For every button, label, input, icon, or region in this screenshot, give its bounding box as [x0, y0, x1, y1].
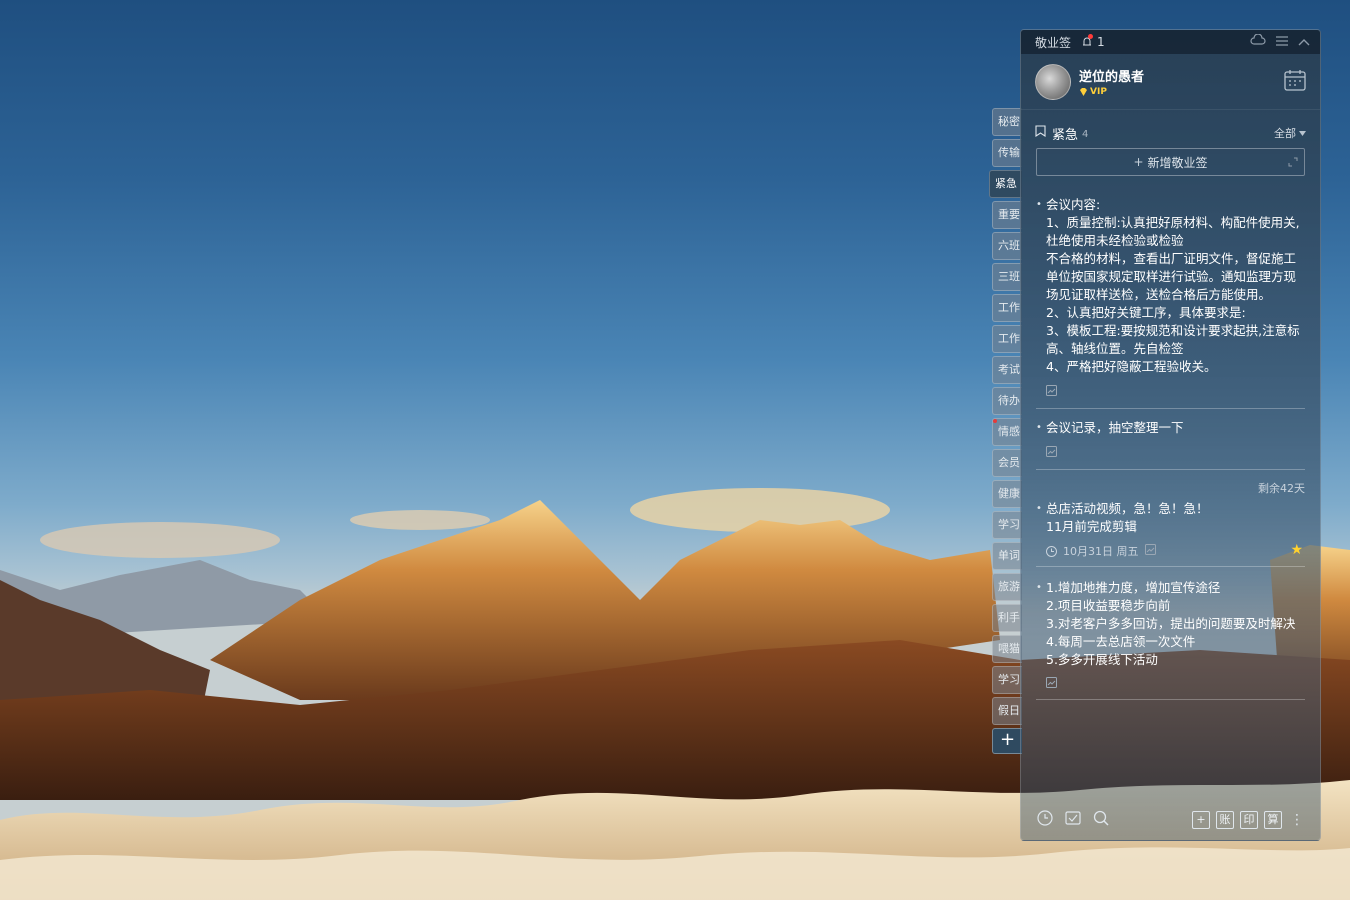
attachment-icon[interactable]	[1046, 446, 1057, 460]
category-tab[interactable]: 会员	[992, 449, 1022, 477]
category-tab[interactable]: 情感	[992, 418, 1022, 446]
attachment-icon[interactable]	[1046, 385, 1057, 399]
category-tab[interactable]: 秘密	[992, 108, 1022, 136]
attachment-icon[interactable]	[1144, 544, 1156, 558]
category-tab-label: 六班	[998, 239, 1020, 252]
title-bar[interactable]: 敬业签 1	[1021, 30, 1320, 54]
caret-down-icon	[1299, 130, 1306, 136]
remaining-days: 剩余42天	[1258, 482, 1305, 495]
notification-dot	[1088, 34, 1094, 39]
vip-label: VIP	[1090, 87, 1107, 97]
bookmark-icon	[1035, 125, 1046, 141]
plus-icon: +	[1133, 155, 1144, 169]
notification-count: 1	[1097, 35, 1105, 49]
chevron-up-icon[interactable]	[1298, 35, 1310, 50]
clock-icon[interactable]	[1037, 810, 1053, 830]
list-name: 紧急	[1052, 127, 1079, 143]
calendar-icon[interactable]	[1284, 69, 1306, 95]
category-tab-label: 秘密	[998, 115, 1020, 128]
category-tab-label: 考试	[998, 363, 1020, 376]
category-tab[interactable]: 单词	[992, 542, 1022, 570]
category-tab[interactable]: 健康	[992, 480, 1022, 508]
unread-dot	[993, 419, 997, 423]
category-tab[interactable]: 旅游	[992, 573, 1022, 601]
add-note-label: 新增敬业签	[1147, 155, 1208, 170]
sticky-note-panel: 敬业签 1 逆位的愚者 VIP 紧急 4 全部 + 新增敬业签 • 会议内容: …	[1020, 29, 1321, 841]
note-item[interactable]: 1.增加地推力度，增加宣传途径 2.项目收益要稳步向前 3.对老客户多多回访，提…	[1036, 579, 1305, 700]
category-tab-label: 喂猫	[998, 642, 1020, 655]
avatar[interactable]	[1035, 63, 1071, 100]
calculator-button[interactable]: 算	[1264, 811, 1282, 829]
user-profile: 逆位的愚者 VIP	[1021, 54, 1320, 110]
list-header: 紧急 4 全部	[1021, 110, 1320, 146]
add-note-button[interactable]: + 新增敬业签	[1036, 148, 1305, 176]
attachment-icon[interactable]	[1046, 677, 1057, 691]
category-tab-label: 单词	[998, 549, 1020, 562]
category-tab-label: 会员	[998, 456, 1020, 469]
category-tab-label: 旅游	[998, 580, 1020, 593]
note-text: 会议内容: 1、质量控制:认真把好原材料、构配件使用关,杜绝使用未经检验或检验 …	[1036, 196, 1305, 376]
category-tab-label: 重要	[998, 208, 1020, 221]
more-options-icon[interactable]: ⋮	[1290, 813, 1304, 827]
notification-button[interactable]: 1	[1081, 34, 1105, 49]
bottom-toolbar: + 账 印 算 ⋮	[1021, 800, 1320, 840]
star-icon[interactable]: ★	[1290, 542, 1303, 558]
category-tab-label: 学习	[998, 673, 1020, 686]
app-title: 敬业签	[1035, 35, 1072, 50]
note-item[interactable]: 会议内容: 1、质量控制:认真把好原材料、构配件使用关,杜绝使用未经检验或检验 …	[1036, 196, 1305, 409]
clock-icon	[1046, 545, 1057, 557]
category-tab[interactable]: 紧急	[989, 170, 1022, 198]
add-category-button[interactable]: +	[992, 728, 1022, 754]
category-tab[interactable]: 工作	[992, 294, 1022, 322]
checklist-icon[interactable]	[1065, 810, 1081, 830]
diamond-icon	[1080, 88, 1087, 96]
filter-label: 全部	[1274, 127, 1296, 140]
category-tab[interactable]: 学习	[992, 511, 1022, 539]
category-tabs: 秘密 传输 紧急 重要 六班 三班 工作 工作 考试 待办 情感 会员 健康 学习 单词 旅游 利手 喂猫 学习 假日…	[989, 108, 1022, 754]
category-tab[interactable]: 利手	[992, 604, 1022, 632]
category-tab[interactable]: 考试	[992, 356, 1022, 384]
category-tab[interactable]: 六班	[992, 232, 1022, 260]
list-count: 4	[1082, 129, 1089, 140]
add-button[interactable]: +	[1192, 811, 1210, 829]
expand-icon[interactable]	[1288, 157, 1298, 167]
category-tab-label: 学习	[998, 518, 1020, 531]
menu-icon[interactable]	[1276, 35, 1288, 50]
category-tab-label: 传输	[998, 146, 1020, 159]
category-tab-label: 假日	[998, 704, 1020, 717]
note-date: 10月31日 周五	[1063, 545, 1139, 558]
category-tab-label: 工作	[998, 332, 1020, 345]
category-tab[interactable]: 待办	[992, 387, 1022, 415]
category-tab[interactable]: 假日	[992, 697, 1022, 725]
category-tab[interactable]: 三班	[992, 263, 1022, 291]
cloud-icon[interactable]	[1250, 33, 1266, 50]
filter-dropdown[interactable]: 全部	[1274, 125, 1306, 141]
category-tab-label: 工作	[998, 301, 1020, 314]
search-icon[interactable]	[1093, 810, 1109, 830]
category-tab-label: 紧急	[995, 177, 1017, 190]
ledger-button[interactable]: 账	[1216, 811, 1234, 829]
category-tab[interactable]: 喂猫	[992, 635, 1022, 663]
note-item[interactable]: 剩余42天 总店活动视频，急！急！急！ 11月前完成剪辑 10月31日 周五 ★	[1036, 482, 1305, 567]
vip-badge[interactable]: VIP	[1079, 87, 1144, 97]
username: 逆位的愚者	[1079, 70, 1145, 85]
note-list: 会议内容: 1、质量控制:认真把好原材料、构配件使用关,杜绝使用未经检验或检验 …	[1021, 196, 1320, 700]
print-button[interactable]: 印	[1240, 811, 1258, 829]
note-text: 会议记录，抽空整理一下	[1036, 419, 1305, 437]
category-tab-label: 三班	[998, 270, 1020, 283]
note-item[interactable]: 会议记录，抽空整理一下	[1036, 419, 1305, 470]
category-tab-label: 利手	[998, 611, 1020, 624]
category-tab-label: 待办	[998, 394, 1020, 407]
category-tab[interactable]: 传输	[992, 139, 1022, 167]
category-tab-label: 健康	[998, 487, 1020, 500]
category-tab-label: 情感	[998, 425, 1020, 438]
category-tab[interactable]: 工作	[992, 325, 1022, 353]
category-tab[interactable]: 学习	[992, 666, 1022, 694]
category-tab[interactable]: 重要	[992, 201, 1022, 229]
note-text: 1.增加地推力度，增加宣传途径 2.项目收益要稳步向前 3.对老客户多多回访，提…	[1036, 579, 1305, 669]
note-text: 总店活动视频，急！急！急！ 11月前完成剪辑	[1036, 500, 1305, 536]
